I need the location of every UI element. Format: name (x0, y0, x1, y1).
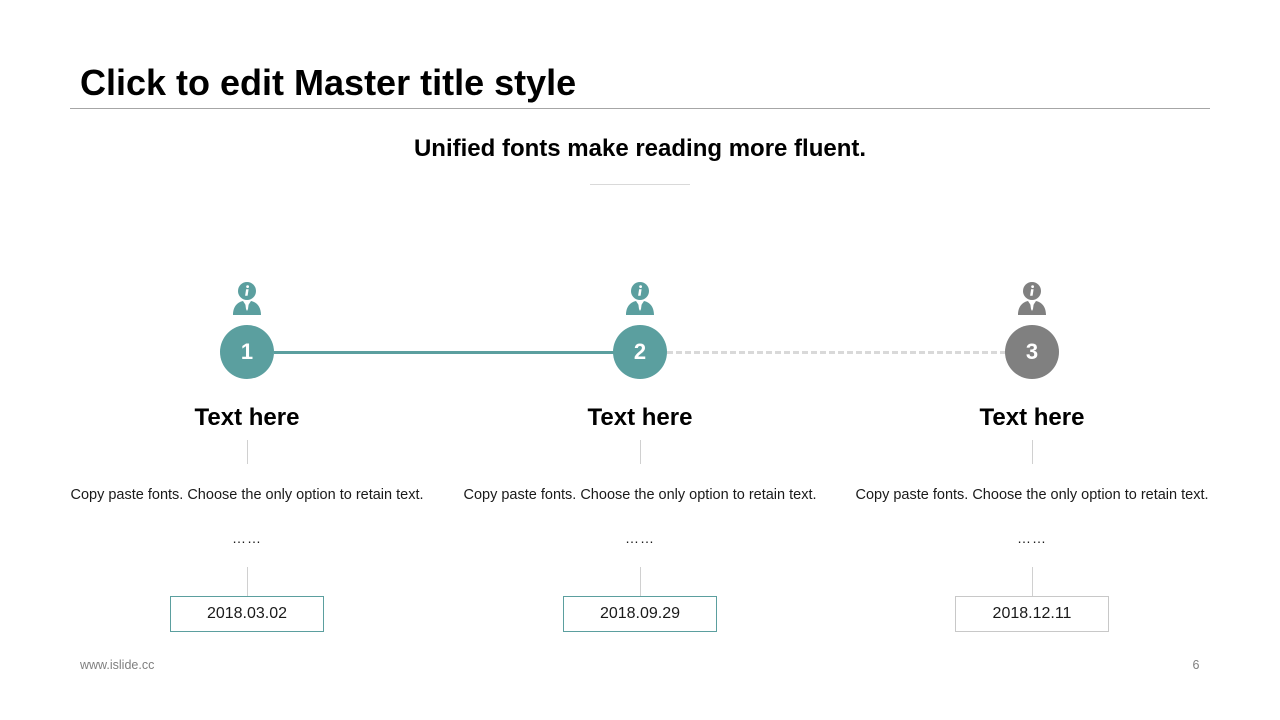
title-divider (70, 108, 1210, 109)
footer-url: www.islide.cc (80, 658, 155, 672)
step-ellipsis: …… (232, 530, 262, 546)
step-description: Copy paste fonts. Choose the only option… (463, 487, 817, 503)
step-number-badge: 2 (613, 325, 667, 379)
step-heading: Text here (587, 404, 693, 431)
step-description: Copy paste fonts. Choose the only option… (855, 487, 1209, 503)
step-connector-line (1032, 567, 1033, 596)
subtitle-divider (590, 184, 690, 185)
step-ellipsis: …… (1017, 530, 1047, 546)
info-person-icon (1018, 282, 1046, 315)
page-number: 6 (1192, 658, 1200, 672)
info-person-icon (626, 282, 654, 315)
slide-subtitle: Unified fonts make reading more fluent. (413, 135, 867, 162)
timeline-step-1: 1 Text here Copy paste fonts. Choose the… (67, 280, 427, 640)
step-connector-line (640, 440, 641, 464)
step-date-box: 2018.12.11 (955, 596, 1109, 632)
timeline-step-2: 2 Text here Copy paste fonts. Choose the… (460, 280, 820, 640)
step-connector-line (1032, 440, 1033, 464)
step-date-box: 2018.09.29 (563, 596, 717, 632)
step-number-badge: 1 (220, 325, 274, 379)
step-ellipsis: …… (625, 530, 655, 546)
step-connector-line (247, 567, 248, 596)
step-connector-line (247, 440, 248, 464)
step-heading: Text here (979, 404, 1085, 431)
step-description: Copy paste fonts. Choose the only option… (70, 487, 424, 503)
step-connector-line (640, 567, 641, 596)
slide-title: Click to edit Master title style (80, 62, 577, 103)
step-heading: Text here (194, 404, 300, 431)
timeline-step-3: 3 Text here Copy paste fonts. Choose the… (852, 280, 1212, 640)
info-person-icon (233, 282, 261, 315)
step-date-box: 2018.03.02 (170, 596, 324, 632)
step-number-badge: 3 (1005, 325, 1059, 379)
